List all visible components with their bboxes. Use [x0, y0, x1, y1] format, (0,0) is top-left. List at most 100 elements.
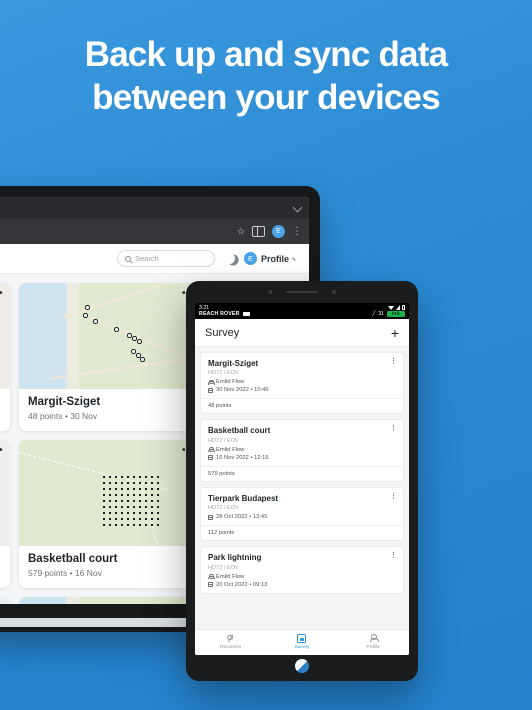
battery-icon [402, 304, 405, 311]
survey-points: 579 points [201, 465, 403, 481]
project-meta: 48 points • 30 Nov [28, 411, 98, 421]
survey-title: Park lightning [208, 553, 262, 563]
tablet-bezel-top [186, 290, 418, 294]
list-item[interactable]: ⋮ Margit-Sziget HD72 / EOV Emlid Flow 30… [200, 351, 404, 415]
chevron-down-icon[interactable] [292, 202, 303, 213]
nav-item-receivers[interactable]: Receivers [195, 630, 266, 656]
signal-icon [396, 305, 400, 310]
project-info: Basketball court 579 points • 16 Nov [19, 546, 201, 588]
person-icon [208, 447, 215, 453]
app-bar-title: Survey [205, 326, 240, 339]
survey-author-row: Emlid Flow [208, 447, 396, 453]
speaker-grille [286, 290, 318, 293]
overflow-menu-icon[interactable]: ⋮ [390, 358, 397, 365]
survey-list[interactable]: ⋮ Margit-Sziget HD72 / EOV Emlid Flow 30… [195, 346, 409, 629]
plus-icon[interactable]: + [391, 326, 399, 340]
point-grid [101, 474, 163, 526]
calendar-icon [208, 387, 213, 393]
project-thumbnail: ••• [19, 440, 201, 546]
page-title: Back up and sync data between your devic… [0, 34, 532, 119]
camera-icon [268, 290, 272, 294]
overflow-menu-icon[interactable]: ⋮ [390, 425, 397, 432]
search-icon [124, 255, 131, 262]
project-thumbnail [19, 597, 201, 604]
device-battery-icon [242, 311, 250, 316]
side-panel-icon[interactable] [252, 226, 265, 237]
nav-label: Receivers [220, 645, 242, 650]
android-status-bar: 3:21 REACH ROVER ╱ 31 FIX [195, 303, 409, 319]
project-thumbnail: ••• [0, 597, 10, 604]
survey-date: 16 Nov 2022 • 12:15 [216, 454, 269, 461]
search-placeholder: Search [134, 254, 159, 263]
browser-toolbar: ☆ E ⋮ [0, 219, 309, 244]
list-item[interactable]: ⋮ Basketball court HD72 / EOV Emlid Flow… [200, 419, 404, 482]
survey-date-row: 20 Oct 2022 • 09:13 [208, 582, 396, 588]
overflow-menu-icon[interactable]: ⋮ [390, 552, 397, 559]
kebab-menu-icon[interactable]: ⋮ [292, 226, 302, 237]
overflow-menu-icon[interactable]: ⋮ [390, 493, 397, 500]
list-item[interactable]: ⋮ Park lightning HD72 / EOV Emlid Flow 2… [200, 546, 404, 594]
coordinate-system: HD72 / EOV [208, 505, 239, 512]
person-icon [208, 574, 215, 580]
headline-line-1: Back up and sync data [84, 35, 448, 74]
survey-date-row: 28 Oct 2022 • 13:45 [208, 514, 396, 520]
browser-avatar[interactable]: E [272, 225, 285, 238]
home-indicator[interactable] [186, 659, 418, 673]
status-badge: FIX [386, 310, 405, 318]
project-title: Margit-Sziget [28, 396, 101, 408]
project-title: Basketball court [28, 553, 118, 565]
sensor-icon [332, 290, 336, 294]
receivers-icon [226, 634, 235, 643]
list-item[interactable]: ⋮ Tierpark Budapest HD72 / EOV 28 Oct 20… [200, 486, 404, 542]
home-indicator-icon [295, 659, 309, 673]
project-thumbnail: ••• [0, 440, 10, 546]
survey-date: 30 Nov 2022 • 10:46 [216, 387, 269, 394]
survey-author-row: Emlid Flow [208, 379, 396, 385]
profile-button[interactable]: E Profile [243, 252, 298, 265]
survey-title: Margit-Sziget [208, 358, 259, 368]
project-info [0, 546, 10, 563]
bottom-navigation: Receivers Survey Profile [195, 628, 409, 656]
profile-label: Profile [260, 253, 289, 264]
project-thumbnail: ••• [19, 283, 201, 389]
search-input[interactable]: Search [116, 250, 215, 267]
tablet-device: 3:21 REACH ROVER ╱ 31 FIX Survey + ⋮ Mar… [186, 281, 418, 681]
nav-label: Survey [294, 645, 310, 650]
headline-line-2: between your devices [92, 77, 441, 117]
wifi-icon [388, 305, 394, 310]
survey-points: 112 points [201, 525, 403, 540]
project-menu-icon[interactable]: ••• [0, 446, 3, 456]
nav-item-survey[interactable]: Survey [266, 630, 337, 656]
status-time: 3:21 [199, 304, 210, 311]
survey-title: Tierpark Budapest [208, 493, 279, 503]
app-header: Search E Profile [0, 244, 309, 274]
project-card[interactable] [19, 597, 201, 604]
moon-icon[interactable] [223, 252, 237, 266]
survey-author: Emlid Flow [216, 379, 245, 386]
survey-date: 28 Oct 2022 • 13:45 [216, 514, 268, 521]
project-info: Margit-Sziget 48 points • 30 Nov [19, 389, 201, 431]
project-card[interactable]: ••• [0, 597, 10, 604]
survey-date-row: 30 Nov 2022 • 10:46 [208, 387, 396, 393]
project-card[interactable]: ••• Basketball court 579 points • 16 Nov [19, 440, 201, 588]
project-card[interactable]: ••• [0, 283, 10, 431]
nav-item-profile[interactable]: Profile [338, 630, 409, 656]
project-card[interactable]: ••• Margit-Sziget 48 points • 30 Nov [19, 283, 201, 431]
coordinate-system: HD72 / EOV [208, 370, 239, 377]
survey-title: Basketball court [208, 426, 271, 436]
avatar: E [243, 252, 257, 265]
project-menu-icon[interactable]: ••• [0, 603, 3, 605]
project-menu-icon[interactable]: ••• [0, 289, 3, 299]
person-icon [208, 379, 215, 385]
survey-author: Emlid Flow [216, 446, 245, 453]
project-card[interactable]: ••• [0, 440, 10, 588]
star-icon[interactable]: ☆ [237, 227, 245, 236]
tablet-screen: 3:21 REACH ROVER ╱ 31 FIX Survey + ⋮ Mar… [195, 303, 409, 655]
survey-points: 48 points [201, 398, 403, 413]
calendar-icon [208, 514, 213, 520]
survey-author-row: Emlid Flow [208, 574, 396, 580]
browser-tab-bar [0, 197, 309, 219]
survey-date-row: 16 Nov 2022 • 12:15 [208, 455, 396, 461]
coordinate-system: HD72 / EOV [208, 564, 239, 571]
chevron-down-icon [292, 254, 298, 261]
